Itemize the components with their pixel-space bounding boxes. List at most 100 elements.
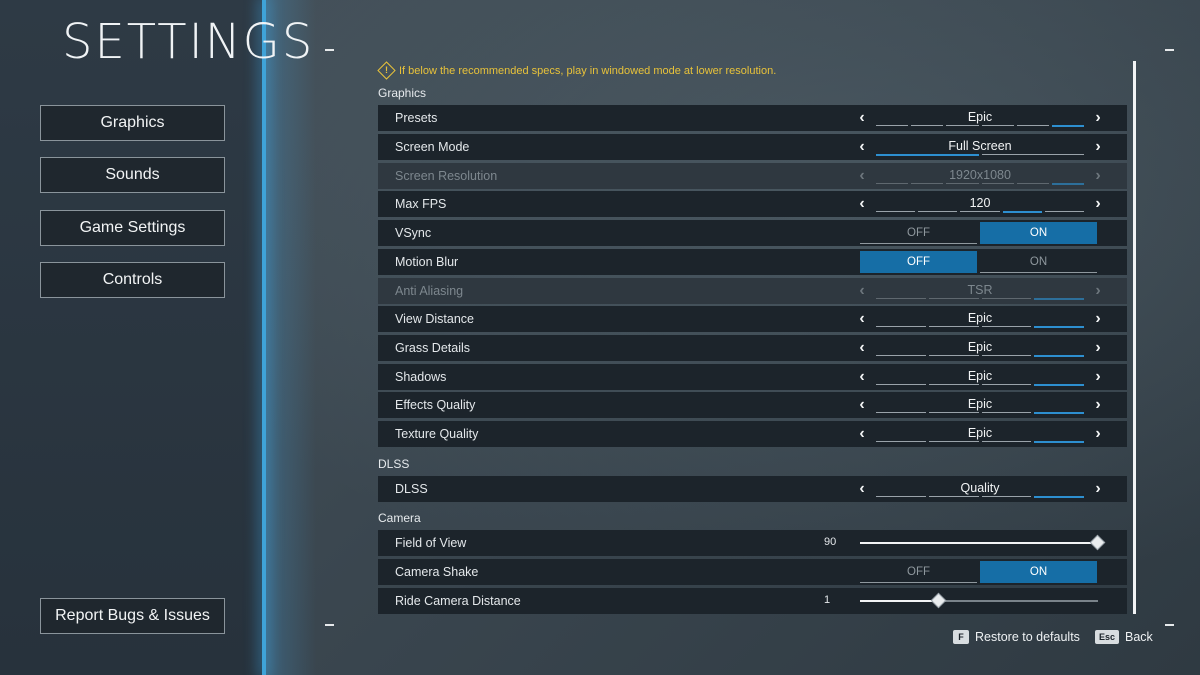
vsync-toggle: OFF ON bbox=[860, 222, 1097, 244]
camera-shake-toggle: OFF ON bbox=[860, 561, 1097, 583]
row-ride-camera-distance: Ride Camera Distance 1 bbox=[378, 588, 1127, 614]
panel-corner bbox=[325, 49, 334, 51]
restore-defaults-label: Restore to defaults bbox=[975, 630, 1080, 644]
chevron-left-icon[interactable]: ‹ bbox=[856, 195, 868, 213]
field-of-view-slider[interactable] bbox=[860, 534, 1106, 551]
panel-corner bbox=[1165, 49, 1174, 51]
chevron-left-icon[interactable]: ‹ bbox=[856, 368, 868, 386]
nav-sounds-button[interactable]: Sounds bbox=[40, 157, 225, 193]
selector-value: Full Screen bbox=[948, 139, 1012, 153]
toggle-off-option[interactable]: OFF bbox=[860, 251, 977, 273]
chevron-left-icon[interactable]: ‹ bbox=[856, 396, 868, 414]
chevron-right-icon[interactable]: › bbox=[1092, 368, 1104, 386]
chevron-right-icon[interactable]: › bbox=[1092, 109, 1104, 127]
effects-quality-selector: ‹ Epic › bbox=[856, 392, 1104, 418]
chevron-left-icon[interactable]: ‹ bbox=[856, 310, 868, 328]
row-label: View Distance bbox=[395, 312, 474, 326]
toggle-off-option[interactable]: OFF bbox=[860, 222, 977, 244]
report-bugs-button[interactable]: Report Bugs & Issues bbox=[40, 598, 225, 634]
chevron-left-icon: ‹ bbox=[859, 282, 865, 299]
row-label: Screen Resolution bbox=[395, 169, 498, 183]
row-label: Camera Shake bbox=[395, 565, 479, 579]
row-texture-quality: Texture Quality ‹ Epic › bbox=[378, 421, 1127, 447]
restore-defaults-button[interactable]: F Restore to defaults bbox=[953, 630, 1080, 644]
screen-resolution-selector: ‹ 1920x1080 › bbox=[856, 163, 1104, 189]
row-label: Grass Details bbox=[395, 341, 471, 355]
grass-details-selector: ‹ Epic › bbox=[856, 335, 1104, 361]
chevron-right-icon[interactable]: › bbox=[1092, 425, 1104, 443]
chevron-right-icon[interactable]: › bbox=[1092, 195, 1104, 213]
scrollbar[interactable] bbox=[1133, 61, 1136, 614]
chevron-left-icon[interactable]: ‹ bbox=[856, 138, 868, 156]
sidebar-edge bbox=[262, 0, 266, 675]
slider-handle[interactable] bbox=[1089, 534, 1106, 551]
back-button[interactable]: Esc Back bbox=[1095, 630, 1153, 644]
chevron-left-icon[interactable]: ‹ bbox=[856, 480, 868, 498]
selector-value: Epic bbox=[967, 397, 993, 411]
row-label: DLSS bbox=[395, 482, 428, 496]
motion-blur-toggle: OFF ON bbox=[860, 251, 1097, 273]
row-label: Field of View bbox=[395, 536, 467, 550]
view-distance-selector: ‹ Epic › bbox=[856, 306, 1104, 332]
row-view-distance: View Distance ‹ Epic › bbox=[378, 306, 1127, 332]
chevron-left-icon[interactable]: ‹ bbox=[856, 109, 868, 127]
row-grass-details: Grass Details ‹ Epic › bbox=[378, 335, 1127, 361]
selector-value: Epic bbox=[967, 311, 993, 325]
chevron-right-icon[interactable]: › bbox=[1092, 480, 1104, 498]
chevron-left-icon[interactable]: ‹ bbox=[856, 339, 868, 357]
chevron-left-icon[interactable]: ‹ bbox=[856, 425, 868, 443]
page-title: SETTINGS bbox=[62, 14, 315, 70]
row-anti-aliasing: Anti Aliasing ‹ TSR › bbox=[378, 278, 1127, 304]
section-dlss: DLSS bbox=[378, 457, 410, 471]
dlss-selector: ‹ Quality › bbox=[856, 476, 1104, 502]
toggle-off-option[interactable]: OFF bbox=[860, 561, 977, 583]
row-camera-shake: Camera Shake OFF ON bbox=[378, 559, 1127, 585]
chevron-right-icon: › bbox=[1095, 167, 1101, 184]
slider-fill bbox=[860, 542, 1098, 544]
warning-banner: ! If below the recommended specs, play i… bbox=[377, 61, 777, 80]
row-label: Texture Quality bbox=[395, 427, 479, 441]
section-graphics: Graphics bbox=[378, 86, 427, 100]
section-camera: Camera bbox=[378, 511, 421, 525]
row-label: Effects Quality bbox=[395, 398, 476, 412]
row-label: Max FPS bbox=[395, 197, 447, 211]
nav-game-settings-button[interactable]: Game Settings bbox=[40, 210, 225, 246]
panel-corner bbox=[1165, 624, 1174, 626]
key-hint-f: F bbox=[953, 630, 969, 644]
row-screen-resolution: Screen Resolution ‹ 1920x1080 › bbox=[378, 163, 1127, 189]
sidebar bbox=[0, 0, 263, 675]
toggle-on-option[interactable]: ON bbox=[980, 251, 1097, 273]
row-label: Anti Aliasing bbox=[395, 284, 464, 298]
warning-icon: ! bbox=[377, 61, 396, 80]
slider-fill bbox=[860, 600, 939, 602]
row-label: Screen Mode bbox=[395, 140, 470, 154]
panel-corner bbox=[325, 624, 334, 626]
row-vsync: VSync OFF ON bbox=[378, 220, 1127, 246]
toggle-on-option[interactable]: ON bbox=[980, 222, 1097, 244]
chevron-right-icon[interactable]: › bbox=[1092, 310, 1104, 328]
nav-controls-button[interactable]: Controls bbox=[40, 262, 225, 298]
nav-graphics-button[interactable]: Graphics bbox=[40, 105, 225, 141]
chevron-right-icon[interactable]: › bbox=[1092, 138, 1104, 156]
row-label: Ride Camera Distance bbox=[395, 594, 521, 608]
row-max-fps: Max FPS ‹ 120 › bbox=[378, 191, 1127, 217]
warning-text: If below the recommended specs, play in … bbox=[399, 64, 777, 77]
slider-value: 90 bbox=[824, 536, 837, 548]
max-fps-selector: ‹ 120 › bbox=[856, 191, 1104, 217]
row-motion-blur: Motion Blur OFF ON bbox=[378, 249, 1127, 275]
chevron-right-icon[interactable]: › bbox=[1092, 396, 1104, 414]
row-label: Motion Blur bbox=[395, 255, 459, 269]
selector-value: Epic bbox=[967, 369, 993, 383]
toggle-on-option[interactable]: ON bbox=[980, 561, 1097, 583]
ride-camera-distance-slider[interactable] bbox=[860, 592, 1098, 609]
row-label: Presets bbox=[395, 111, 438, 125]
anti-aliasing-selector: ‹ TSR › bbox=[856, 278, 1104, 304]
texture-quality-selector: ‹ Epic › bbox=[856, 421, 1104, 447]
selector-value: Epic bbox=[967, 110, 993, 124]
slider-handle[interactable] bbox=[930, 592, 946, 609]
selector-value: Quality bbox=[960, 481, 1000, 495]
selector-value: 1920x1080 bbox=[949, 168, 1011, 182]
chevron-left-icon: ‹ bbox=[859, 167, 865, 184]
row-effects-quality: Effects Quality ‹ Epic › bbox=[378, 392, 1127, 418]
chevron-right-icon[interactable]: › bbox=[1092, 339, 1104, 357]
